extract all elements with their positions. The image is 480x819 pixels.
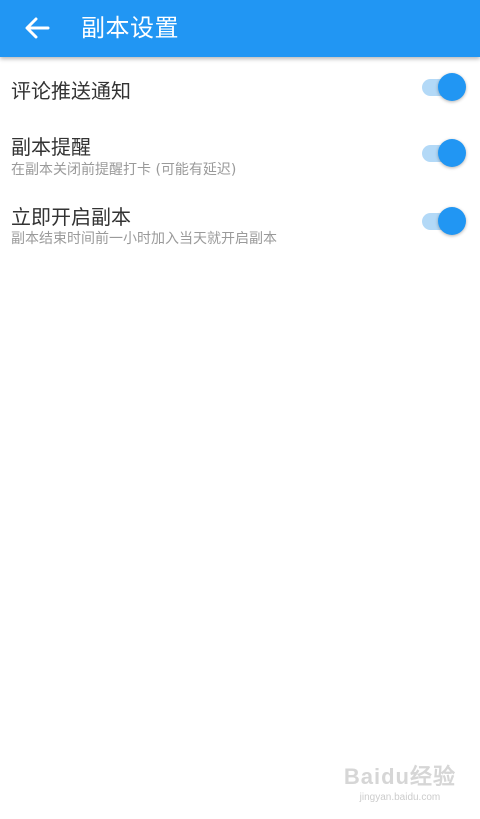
dungeon-reminder-toggle[interactable]: [422, 139, 466, 167]
watermark-logo: Baidu经验: [343, 764, 456, 789]
comment-push-toggle[interactable]: [422, 73, 466, 101]
setting-description: 副本结束时间前一小时加入当天就开启副本: [11, 231, 277, 247]
page-title: 副本设置: [81, 14, 179, 42]
toggle-thumb: [438, 207, 466, 235]
baidu-jingyan-watermark: Baidu经验 jingyan.baidu.com: [344, 759, 456, 803]
setting-row-comment-push[interactable]: 评论推送通知: [0, 57, 480, 117]
setting-title: 立即开启副本: [11, 205, 131, 229]
setting-description: 在副本关闭前提醒打卡 (可能有延迟): [11, 162, 237, 178]
settings-list: 评论推送通知 副本提醒 在副本关闭前提醒打卡 (可能有延迟) 立即开启副本 副本…: [0, 57, 480, 253]
back-button[interactable]: [14, 6, 60, 50]
watermark-url: jingyan.baidu.com: [359, 792, 441, 803]
setting-row-open-immediately[interactable]: 立即开启副本 副本结束时间前一小时加入当天就开启副本: [0, 183, 480, 253]
app-bar: 副本设置: [0, 0, 480, 57]
setting-row-dungeon-reminder[interactable]: 副本提醒 在副本关闭前提醒打卡 (可能有延迟): [0, 117, 480, 183]
toggle-thumb: [438, 73, 466, 101]
arrow-left-icon: [24, 17, 50, 39]
toggle-thumb: [438, 139, 466, 167]
open-immediately-toggle[interactable]: [422, 207, 466, 235]
setting-title: 副本提醒: [11, 135, 91, 159]
setting-title: 评论推送通知: [11, 79, 131, 103]
